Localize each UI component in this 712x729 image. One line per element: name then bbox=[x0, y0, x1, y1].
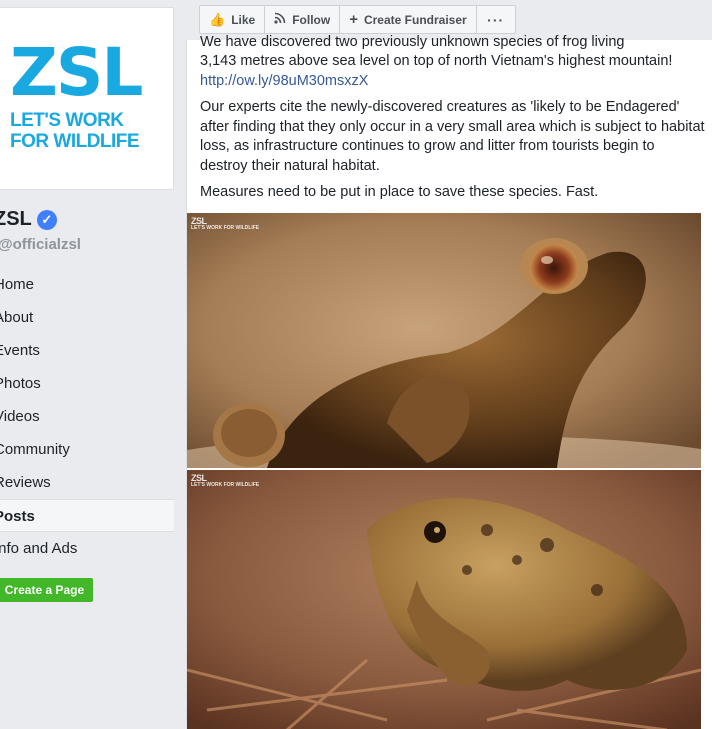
post-text: 3,143 metres above sea level on top of n… bbox=[200, 52, 705, 210]
create-page-button[interactable]: Create a Page bbox=[0, 578, 93, 602]
photo-watermark-2: ZSL LET'S WORK FOR WILDLIFE bbox=[191, 474, 259, 488]
like-label: Like bbox=[231, 12, 256, 27]
fundraiser-label: Create Fundraiser bbox=[363, 12, 467, 27]
page-logo[interactable]: ZSL LET'S WORK FOR WILDLIFE bbox=[0, 7, 174, 190]
photo-watermark: ZSL LET'S WORK FOR WILDLIFE bbox=[191, 217, 259, 231]
plus-icon: + bbox=[349, 11, 358, 28]
nav-item-posts[interactable]: Posts bbox=[0, 499, 174, 532]
frog-photo-2-image bbox=[187, 470, 701, 729]
create-fundraiser-button[interactable]: + Create Fundraiser bbox=[340, 6, 477, 33]
frog-photo-1[interactable]: ZSL LET'S WORK FOR WILDLIFE bbox=[187, 213, 701, 468]
page-name-text[interactable]: ZSL bbox=[0, 208, 32, 231]
page-action-bar: 👍 Like Follow + Create Fundraiser ··· bbox=[199, 5, 516, 34]
watermark-small: LET'S WORK FOR WILDLIFE bbox=[191, 225, 260, 231]
page-handle[interactable]: @officialzsl bbox=[0, 236, 81, 253]
logo-tagline-1: LET'S WORK bbox=[10, 110, 124, 131]
post-paragraph-2: Our experts cite the newly-discovered cr… bbox=[200, 99, 705, 174]
nav-item-home[interactable]: Home bbox=[0, 268, 174, 301]
nav-item-videos[interactable]: Videos bbox=[0, 400, 174, 433]
more-options-button[interactable]: ··· bbox=[477, 6, 515, 33]
nav-item-posts-label: Posts bbox=[0, 508, 35, 525]
frog-photo-1-image bbox=[187, 213, 701, 468]
verified-badge-icon: ✓ bbox=[36, 209, 57, 230]
post-link[interactable]: http://ow.ly/98uM30msxzX bbox=[200, 73, 368, 89]
rss-follow-icon bbox=[274, 12, 286, 27]
post-text-line-1: We have discovered two previously unknow… bbox=[200, 34, 625, 50]
page-name[interactable]: ZSL ✓ bbox=[0, 208, 57, 231]
nav-item-about[interactable]: About bbox=[0, 301, 174, 334]
like-button[interactable]: 👍 Like bbox=[200, 6, 266, 33]
thumbs-up-icon: 👍 bbox=[209, 11, 226, 27]
logo-tagline-2: FOR WILDLIFE bbox=[10, 131, 140, 152]
post-paragraph-1-text: 3,143 metres above sea level on top of n… bbox=[200, 53, 673, 69]
nav-item-community[interactable]: Community bbox=[0, 433, 174, 466]
watermark-small-2: LET'S WORK FOR WILDLIFE bbox=[191, 482, 260, 488]
page-nav: Home About Events Photos Videos Communit… bbox=[0, 268, 174, 565]
logo-zsl: ZSL bbox=[10, 34, 143, 111]
post-paragraph-3: Measures need to be put in place to save… bbox=[200, 184, 599, 200]
nav-item-photos[interactable]: Photos bbox=[0, 367, 174, 400]
post-card: We have discovered two previously unknow… bbox=[186, 34, 712, 729]
post-paragraph-1: 3,143 metres above sea level on top of n… bbox=[200, 52, 705, 91]
nav-item-reviews[interactable]: Reviews bbox=[0, 466, 174, 499]
follow-label: Follow bbox=[292, 12, 331, 27]
follow-button[interactable]: Follow bbox=[265, 6, 341, 33]
nav-item-events[interactable]: Events bbox=[0, 334, 174, 367]
nav-item-info-and-ads[interactable]: Info and Ads bbox=[0, 532, 174, 565]
frog-photo-2[interactable]: ZSL LET'S WORK FOR WILDLIFE bbox=[187, 470, 701, 729]
